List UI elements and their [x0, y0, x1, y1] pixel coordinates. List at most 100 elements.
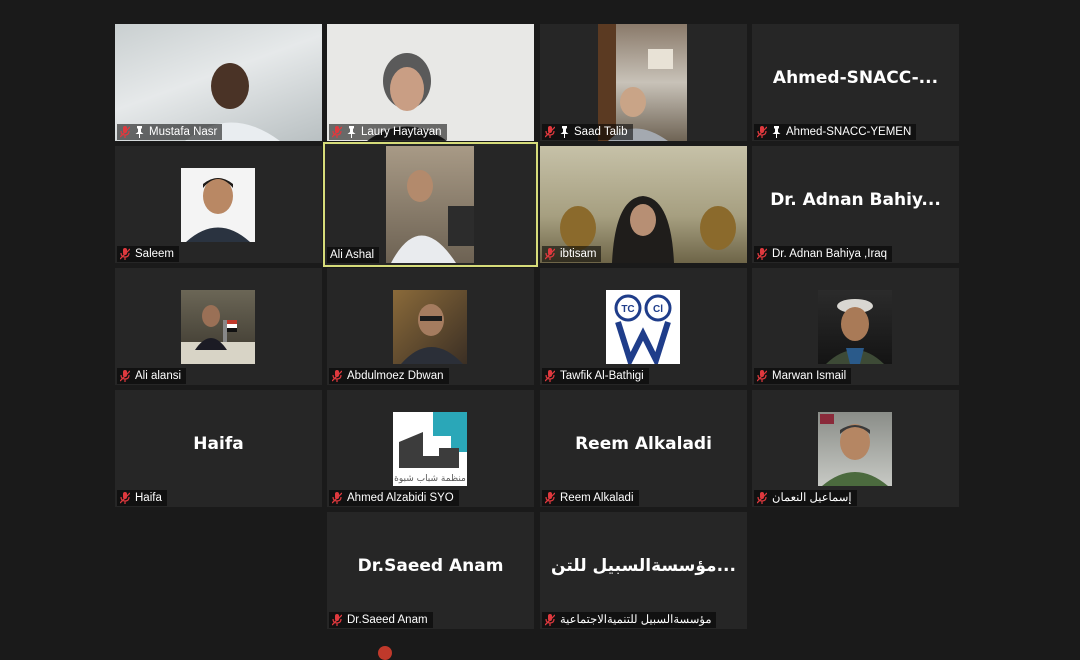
mic-muted-icon [545, 492, 555, 504]
participant-avatar [181, 168, 255, 242]
mic-muted-icon [120, 370, 130, 382]
participant-tile-alsabeel-foundation[interactable]: مؤسسةالسبيل للتن... مؤسسةالسبيل للتنميةا… [540, 512, 747, 629]
participant-label: Ali Ashal [327, 247, 380, 263]
participant-tile-ismail-alnoman[interactable]: إسماعيل النعمان [752, 390, 959, 507]
mic-muted-icon [120, 248, 130, 260]
participant-label: Ahmed Alzabidi SYO [329, 490, 459, 506]
mic-muted-icon [757, 248, 767, 260]
participant-label: Ahmed-SNACC-YEMEN [754, 124, 917, 140]
participant-tile-ali-ashal[interactable]: Ali Ashal [323, 142, 538, 267]
participant-name: Reem Alkaladi [560, 492, 634, 504]
participant-name: مؤسسةالسبيل للتنميةالاجتماعية [560, 614, 712, 626]
participant-tile-laury-haytayan[interactable]: Laury Haytayan [327, 24, 534, 141]
participant-display-name: Ahmed-SNACC-... [772, 68, 939, 88]
participant-name: Laury Haytayan [361, 126, 442, 138]
participant-person [186, 178, 250, 242]
mic-muted-icon [545, 248, 555, 260]
participant-label: ibtisam [542, 246, 602, 262]
svg-text:TC: TC [621, 304, 634, 315]
participant-label: إسماعيل النعمان [754, 490, 857, 506]
participant-tile-abdulmoez-dbwan[interactable]: Abdulmoez Dbwan [327, 268, 534, 385]
mic-muted-icon [332, 492, 342, 504]
participant-name: Marwan Ismail [772, 370, 847, 382]
participant-person [826, 299, 884, 364]
mic-muted-icon [332, 614, 342, 626]
participant-name: Mustafa Nasr [149, 126, 218, 138]
participant-avatar [818, 412, 892, 486]
mic-muted-icon [332, 126, 342, 138]
mic-muted-icon [332, 370, 342, 382]
participant-display-name: Haifa [193, 434, 244, 454]
participant-display-name: Dr. Adnan Bahiy... [770, 190, 941, 210]
mic-muted-icon [120, 126, 130, 138]
participant-name: Dr.Saeed Anam [347, 614, 428, 626]
participant-name: Ali alansi [135, 370, 182, 382]
mic-muted-icon [545, 614, 555, 626]
participant-tile-haifa[interactable]: Haifa Haifa [115, 390, 322, 507]
tcw-logo-icon: TC Cl [614, 294, 672, 364]
pin-icon [135, 126, 144, 138]
participant-display-name: Reem Alkaladi [575, 434, 712, 454]
participant-tile-saad-talib[interactable]: Saad Talib [540, 24, 747, 141]
pin-icon [347, 126, 356, 138]
participant-name: Tawfik Al-Bathigi [560, 370, 644, 382]
participant-person [391, 170, 474, 263]
participant-avatar [818, 290, 892, 364]
participant-label: Haifa [117, 490, 167, 506]
participant-avatar [393, 290, 467, 364]
participant-tile-saleem[interactable]: Saleem [115, 146, 322, 263]
pin-icon [772, 126, 781, 138]
participant-name: Saleem [135, 248, 174, 260]
participant-label: Dr. Adnan Bahiya ,Iraq [754, 246, 893, 262]
participant-tile-ahmed-alzabidi-syo[interactable]: منظمة شباب شبوة Ahmed Alzabidi SYO [327, 390, 534, 507]
participant-tile-tawfik-al-bathigi[interactable]: TC Cl Tawfik Al-Bathigi [540, 268, 747, 385]
participant-name: إسماعيل النعمان [772, 492, 852, 504]
participant-avatar: منظمة شباب شبوة [393, 412, 467, 486]
participant-display-name: Dr.Saeed Anam [357, 556, 504, 576]
participant-label: Laury Haytayan [329, 124, 447, 140]
mic-muted-icon [757, 492, 767, 504]
participant-video [386, 146, 474, 263]
participant-person [181, 305, 255, 364]
syo-logo-text: منظمة شباب شبوة [394, 474, 466, 484]
pin-icon [560, 126, 569, 138]
participant-name: Haifa [135, 492, 162, 504]
participant-tile-reem-alkaladi[interactable]: Reem Alkaladi Reem Alkaladi [540, 390, 747, 507]
participant-label: Mustafa Nasr [117, 124, 223, 140]
participant-label: Saad Talib [542, 124, 633, 140]
participant-name: Saad Talib [574, 126, 628, 138]
participant-tile-dr-saeed-anam[interactable]: Dr.Saeed Anam Dr.Saeed Anam [327, 512, 534, 629]
participant-person [401, 304, 463, 364]
participant-avatar: TC Cl [606, 290, 680, 364]
svg-text:Cl: Cl [653, 304, 663, 315]
participant-name: ibtisam [560, 248, 597, 260]
participant-tile-ibtisam[interactable]: ibtisam [540, 146, 747, 263]
mic-muted-icon [545, 370, 555, 382]
participant-label: Ali alansi [117, 368, 187, 384]
participant-display-name: مؤسسةالسبيل للتن... [551, 556, 736, 576]
participant-tile-ali-alansi[interactable]: Ali alansi [115, 268, 322, 385]
participant-name: Ali Ashal [330, 249, 375, 261]
participant-label: Saleem [117, 246, 179, 262]
mic-muted-icon [120, 492, 130, 504]
participant-label: Abdulmoez Dbwan [329, 368, 449, 384]
record-indicator-icon [378, 646, 392, 660]
participant-person [820, 414, 888, 486]
participant-label: مؤسسةالسبيل للتنميةالاجتماعية [542, 612, 717, 628]
participant-label: Reem Alkaladi [542, 490, 639, 506]
participant-tile-ahmed-snacc-yemen[interactable]: Ahmed-SNACC-... Ahmed-SNACC-YEMEN [752, 24, 959, 141]
participant-tile-marwan-ismail[interactable]: Marwan Ismail [752, 268, 959, 385]
participant-name: Ahmed Alzabidi SYO [347, 492, 454, 504]
participant-label: Dr.Saeed Anam [329, 612, 433, 628]
mic-muted-icon [757, 126, 767, 138]
participant-name: Ahmed-SNACC-YEMEN [786, 126, 912, 138]
participant-tile-mustafa-nasr[interactable]: Mustafa Nasr [115, 24, 322, 141]
participant-label: Tawfik Al-Bathigi [542, 368, 649, 384]
gallery-view: Mustafa Nasr Laury Haytayan Saad Talib A… [0, 0, 1080, 652]
participant-avatar [181, 290, 255, 364]
participant-label: Marwan Ismail [754, 368, 852, 384]
mic-muted-icon [757, 370, 767, 382]
participant-name: Dr. Adnan Bahiya ,Iraq [772, 248, 888, 260]
mic-muted-icon [545, 126, 555, 138]
participant-tile-dr-adnan-bahiya[interactable]: Dr. Adnan Bahiy... Dr. Adnan Bahiya ,Ira… [752, 146, 959, 263]
